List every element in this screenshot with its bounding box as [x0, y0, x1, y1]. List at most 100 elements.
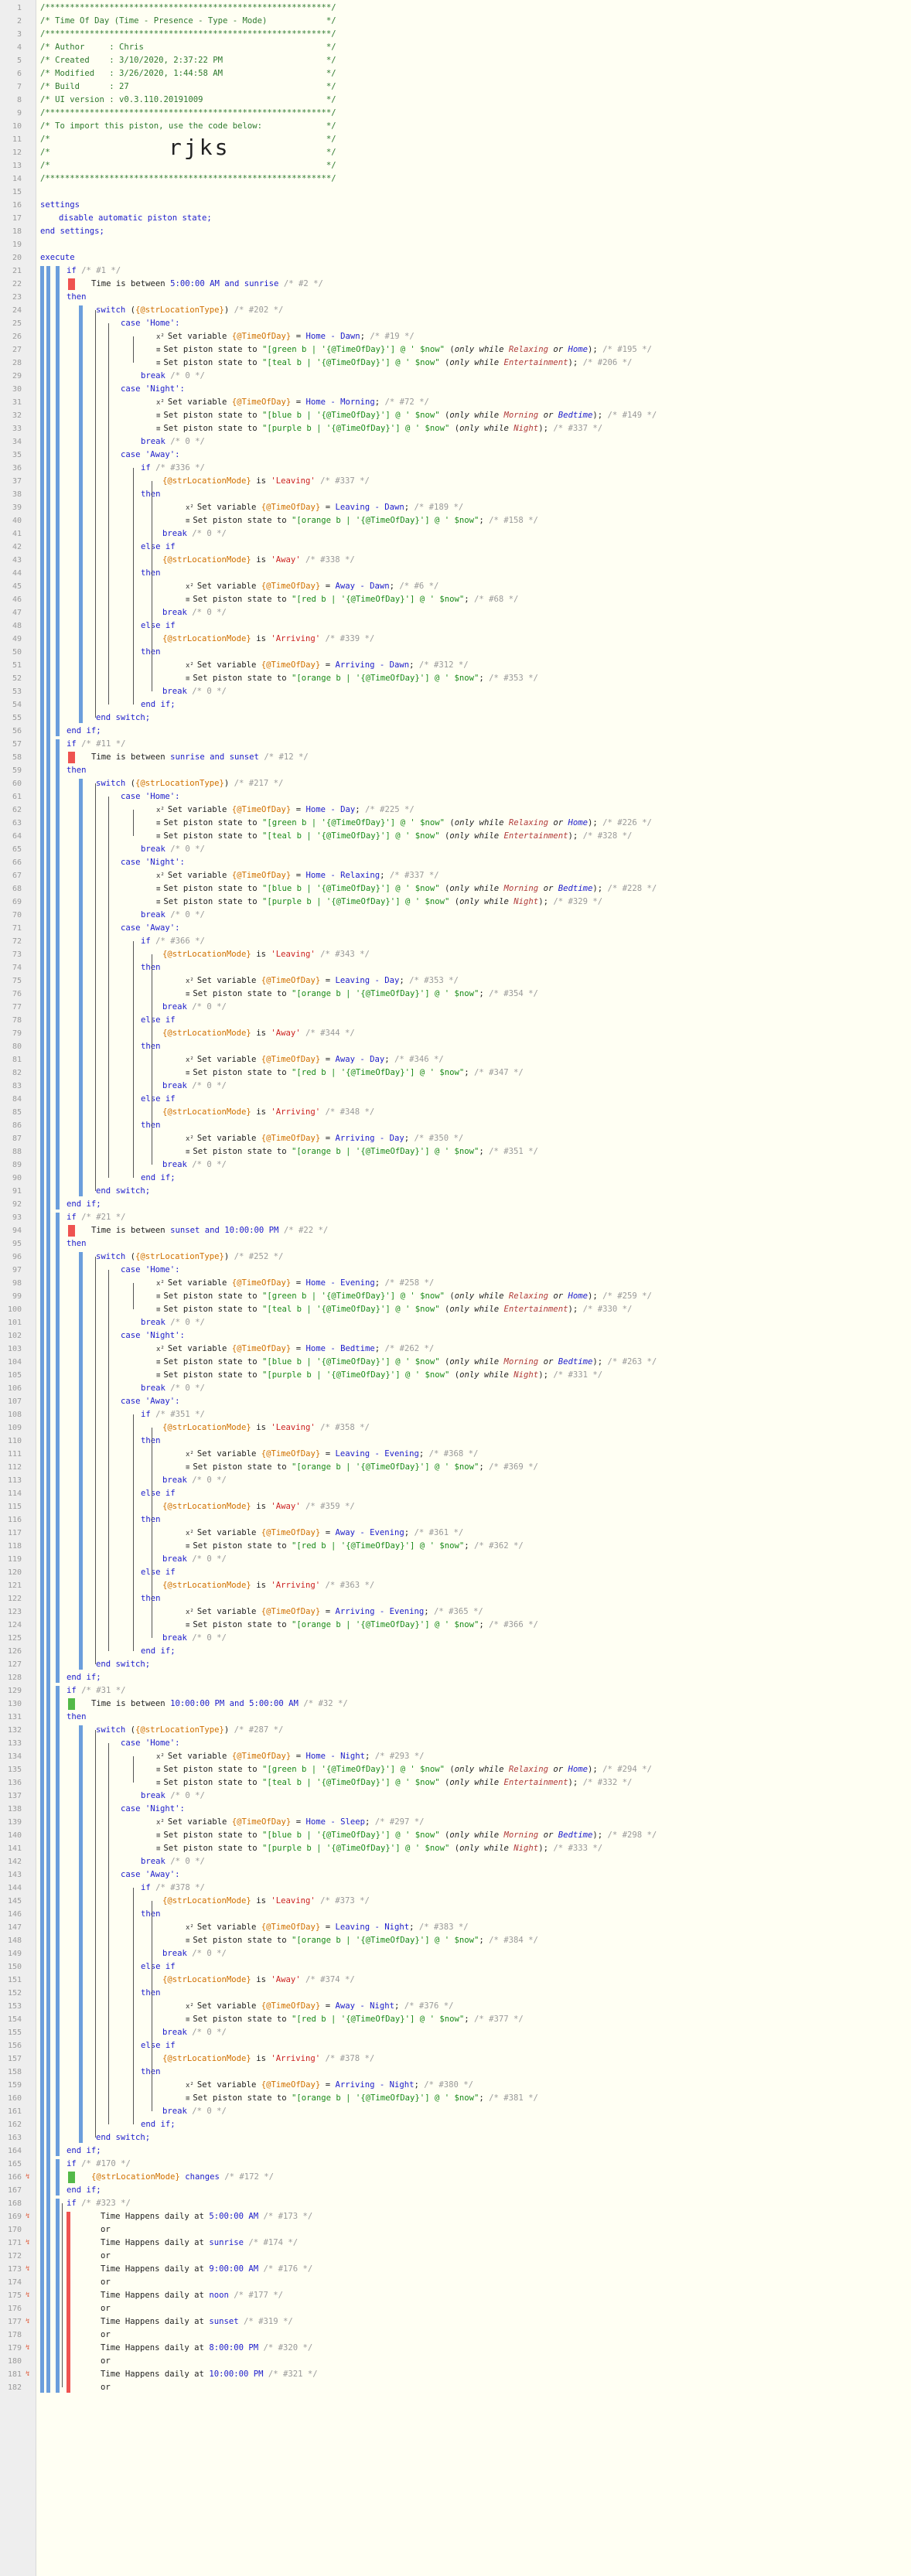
- line-number: 162: [7, 2121, 22, 2129]
- code-text: else if: [141, 1094, 176, 1104]
- line-number: 30: [12, 385, 22, 394]
- code-text: then: [141, 568, 161, 578]
- line-number: 73: [12, 950, 22, 959]
- code-text: break /* 0 */: [141, 1384, 205, 1393]
- code-line: 10 /* To import this piston, use the code…: [0, 120, 911, 133]
- line-number: 106: [7, 1384, 22, 1393]
- execute-block-bar: [40, 266, 44, 2393]
- code-line: 161 break /* 0 */: [0, 2105, 911, 2118]
- code-text: {@strLocationMode} changes /* #172 */: [91, 2172, 275, 2182]
- line-number: 87: [12, 1134, 22, 1143]
- line-number: 31: [12, 398, 22, 407]
- code-line: 28 ≡ Set piston state to "[teal b | '{@Tim…: [0, 357, 911, 370]
- line-number: 119: [7, 1555, 22, 1564]
- code-line: 65 break /* 0 */: [0, 843, 911, 856]
- code-line: 128 end if;: [0, 1671, 911, 1684]
- line-number: 105: [7, 1371, 22, 1380]
- code-text: break /* 0 */: [141, 844, 205, 854]
- line-number: 15: [12, 188, 22, 196]
- trigger-lightning-icon: ↯: [26, 2173, 30, 2181]
- code-line: 53 break /* 0 */: [0, 685, 911, 698]
- line-number: 8: [16, 96, 22, 104]
- code-line: 59 then: [0, 764, 911, 777]
- code-text: then: [141, 1436, 161, 1445]
- code-line: 148 ≡ Set piston state to "[orange b | '{@…: [0, 1934, 911, 1947]
- code-text: ≡ Set piston state to "[red b | '{@TimeOf…: [186, 595, 519, 604]
- code-text: ≡ Set piston state to "[green b | '{@Time…: [156, 818, 652, 827]
- line-number: 158: [7, 2068, 22, 2076]
- code-text: {@strLocationMode} is 'Arriving' /* #363…: [162, 1581, 375, 1590]
- code-text: x² Set variable {@TimeOfDay} = Home - Nig…: [156, 1752, 425, 1761]
- line-number: 56: [12, 727, 22, 735]
- line-number: 64: [12, 832, 22, 841]
- code-text: then: [141, 1121, 161, 1130]
- trigger-lightning-icon: ↯: [26, 2265, 30, 2273]
- code-text: x² Set variable {@TimeOfDay} = Arriving -…: [186, 2080, 474, 2090]
- line-number: 90: [12, 1174, 22, 1182]
- line-number: 130: [7, 1700, 22, 1708]
- line-number: 173: [7, 2265, 22, 2274]
- line-number: 71: [12, 924, 22, 933]
- line-number: 45: [12, 582, 22, 591]
- line-number: 23: [12, 293, 22, 302]
- line-number: 49: [12, 635, 22, 643]
- line-number: 34: [12, 438, 22, 446]
- line-number: 92: [12, 1200, 22, 1209]
- code-line: 168 if /* #323 */: [0, 2197, 911, 2210]
- code-text: if /* #336 */: [141, 463, 205, 473]
- line-number: 122: [7, 1595, 22, 1603]
- code-line: 78 else if: [0, 1014, 911, 1027]
- code-line: 73 {@strLocationMode} is 'Leaving' /* #34…: [0, 948, 911, 961]
- code-text: ≡ Set piston state to "[orange b | '{@Tim…: [186, 1936, 538, 1945]
- line-number: 21: [12, 267, 22, 275]
- code-line: 79 {@strLocationMode} is 'Away' /* #344 *…: [0, 1027, 911, 1040]
- line-number: 82: [12, 1069, 22, 1077]
- line-number: 88: [12, 1148, 22, 1156]
- code-text: ≡ Set piston state to "[green b | '{@Time…: [156, 1291, 652, 1301]
- code-text: ≡ Set piston state to "[green b | '{@Time…: [156, 1765, 652, 1774]
- code-text: settings: [40, 200, 80, 210]
- if-block-bar: [56, 266, 60, 736]
- code-text: then: [141, 1988, 161, 1998]
- code-text: ≡ Set piston state to "[blue b | '{@TimeO…: [156, 1830, 657, 1840]
- line-number: 120: [7, 1568, 22, 1577]
- line-number: 25: [12, 319, 22, 328]
- code-line: 26 x² Set variable {@TimeOfDay} = Home - D…: [0, 330, 911, 343]
- code-text: ≡ Set piston state to "[blue b | '{@TimeO…: [156, 1357, 657, 1366]
- code-line: 33 ≡ Set piston state to "[purple b | '{@T…: [0, 422, 911, 435]
- code-line: 172 or: [0, 2250, 911, 2263]
- line-number: 46: [12, 595, 22, 604]
- code-text: then: [141, 1909, 161, 1919]
- code-text: /* Time Of Day (Time - Presence - Type -…: [40, 16, 336, 26]
- code-line: 174 or: [0, 2276, 911, 2289]
- code-text: ≡ Set piston state to "[red b | '{@TimeOf…: [186, 2015, 524, 2024]
- condition-marker: [68, 1698, 75, 1710]
- switch-block-bar: [79, 779, 83, 1196]
- code-text: /***************************************…: [40, 3, 336, 12]
- code-line: 88 ≡ Set piston state to "[orange b | '{@T…: [0, 1145, 911, 1158]
- code-text: ≡ Set piston state to "[teal b | '{@TimeO…: [156, 831, 633, 841]
- code-line: 58 Time is between sunrise and sunset /* …: [0, 751, 911, 764]
- code-text: /* Author : Chris */: [40, 43, 336, 52]
- code-text: then: [141, 1042, 161, 1051]
- line-number: 127: [7, 1660, 22, 1669]
- code-text: switch ({@strLocationType}) /* #202 */: [96, 305, 284, 315]
- code-text: break /* 0 */: [141, 910, 205, 920]
- code-line: 114 else if: [0, 1487, 911, 1500]
- line-number: 74: [12, 964, 22, 972]
- code-line: 131 then: [0, 1711, 911, 1724]
- code-text: {@strLocationMode} is 'Away' /* #359 */: [162, 1502, 355, 1511]
- line-number: 13: [12, 162, 22, 170]
- line-number: 153: [7, 2002, 22, 2011]
- code-text: {@strLocationMode} is 'Arriving' /* #339…: [162, 634, 375, 643]
- scope-line: [95, 1730, 96, 2138]
- line-number: 142: [7, 1858, 22, 1866]
- line-number: 151: [7, 1976, 22, 1984]
- code-line: 2 /* Time Of Day (Time - Presence - Type …: [0, 15, 911, 28]
- code-text: /* Created : 3/10/2020, 2:37:22 PM */: [40, 56, 336, 65]
- code-line: 77 break /* 0 */: [0, 1001, 911, 1014]
- code-text: or: [101, 2383, 111, 2392]
- code-text: {@strLocationMode} is 'Leaving' /* #373 …: [162, 1896, 370, 1906]
- code-line: 97 case 'Home':: [0, 1264, 911, 1277]
- line-number: 54: [12, 701, 22, 709]
